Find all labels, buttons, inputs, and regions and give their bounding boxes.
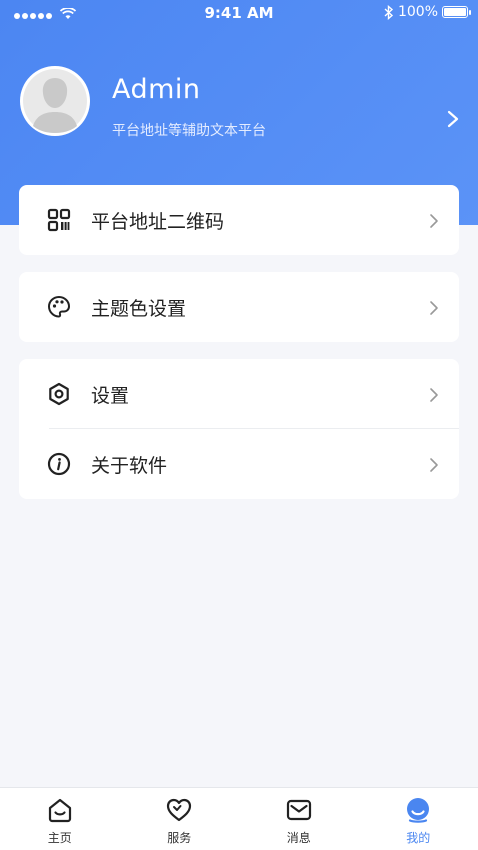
tab-home[interactable]: 主页 bbox=[0, 788, 120, 850]
chevron-right-icon[interactable] bbox=[446, 110, 460, 128]
menu-item-theme[interactable]: 主题色设置 bbox=[19, 272, 459, 342]
tab-label: 消息 bbox=[286, 831, 311, 845]
menu-item-about[interactable]: 关于软件 bbox=[19, 429, 459, 499]
avatar[interactable] bbox=[20, 66, 90, 136]
tab-label: 主页 bbox=[47, 831, 72, 845]
qrcode-card: 平台地址二维码 bbox=[19, 185, 459, 255]
chevron-right-icon bbox=[430, 388, 438, 402]
theme-card: 主题色设置 bbox=[19, 272, 459, 342]
qrcode-icon bbox=[47, 208, 71, 232]
user-icon bbox=[407, 798, 430, 823]
mail-icon bbox=[286, 799, 311, 821]
menu-label-about: 关于软件 bbox=[91, 455, 168, 477]
tab-label: 服务 bbox=[167, 831, 192, 845]
menu-label-qrcode: 平台地址二维码 bbox=[91, 211, 225, 233]
profile-name: Admin bbox=[112, 74, 201, 105]
tab-services[interactable]: 服务 bbox=[120, 788, 240, 850]
tab-label: 我的 bbox=[406, 831, 431, 845]
bluetooth-icon bbox=[384, 4, 394, 20]
settings-card: 设置 关于软件 bbox=[19, 359, 459, 499]
tab-profile[interactable]: 我的 bbox=[359, 788, 478, 850]
palette-icon bbox=[47, 295, 71, 318]
chevron-right-icon bbox=[430, 214, 438, 228]
heart-icon bbox=[167, 798, 192, 822]
settings-hexagon-icon bbox=[49, 382, 69, 406]
tab-messages[interactable]: 消息 bbox=[239, 788, 359, 850]
profile-section[interactable]: Admin 平台地址等辅助文本平台 bbox=[20, 66, 460, 139]
status-bar: 9:41 AM 100% bbox=[0, 0, 478, 26]
chevron-right-icon bbox=[430, 458, 438, 472]
battery-percent: 100% bbox=[397, 4, 438, 20]
default-avatar-icon bbox=[23, 69, 87, 133]
chevron-right-icon bbox=[430, 301, 438, 315]
menu-label-settings: 设置 bbox=[91, 385, 130, 407]
info-icon bbox=[47, 452, 71, 476]
menu-label-theme: 主题色设置 bbox=[91, 298, 187, 320]
menu-item-settings[interactable]: 设置 bbox=[19, 359, 459, 429]
bottom-tab-bar: 主页 服务 消息 我的 bbox=[0, 787, 478, 850]
home-icon bbox=[48, 798, 71, 823]
profile-subtitle: 平台地址等辅助文本平台 bbox=[112, 123, 266, 139]
battery-icon bbox=[442, 6, 471, 18]
menu-item-qrcode[interactable]: 平台地址二维码 bbox=[19, 185, 459, 255]
